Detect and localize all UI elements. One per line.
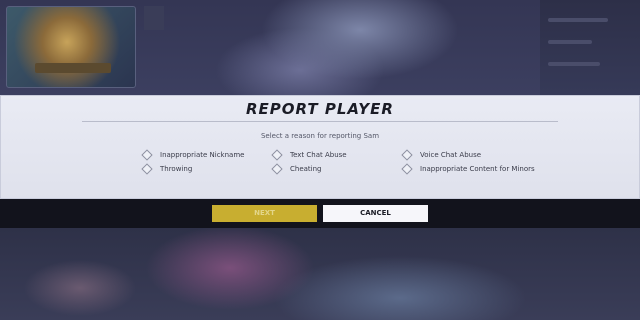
- option-inappropriate-content-for-minors[interactable]: Inappropriate Content for Minors: [401, 163, 535, 175]
- diamond-checkbox-icon[interactable]: [141, 163, 153, 175]
- cancel-button[interactable]: CANCEL: [323, 205, 428, 222]
- option-label: Voice Chat Abuse: [420, 151, 482, 159]
- option-label: Inappropriate Content for Minors: [420, 165, 535, 173]
- option-label: Inappropriate Nickname: [160, 151, 245, 159]
- diamond-checkbox-icon[interactable]: [401, 149, 413, 161]
- dialog-title: REPORT PLAYER: [246, 100, 394, 118]
- background-card-tab: [144, 6, 164, 30]
- option-cheating[interactable]: Cheating: [271, 163, 322, 175]
- option-voice-chat-abuse[interactable]: Voice Chat Abuse: [401, 149, 482, 161]
- diamond-checkbox-icon[interactable]: [141, 149, 153, 161]
- button-bar-background: [0, 197, 640, 228]
- option-label: Text Chat Abuse: [290, 151, 347, 159]
- report-player-dialog: REPORT PLAYER Select a reason for report…: [0, 95, 640, 199]
- background-hero-card: [6, 6, 136, 88]
- option-label: Cheating: [290, 165, 322, 173]
- option-text-chat-abuse[interactable]: Text Chat Abuse: [271, 149, 347, 161]
- option-inappropriate-nickname[interactable]: Inappropriate Nickname: [141, 149, 245, 161]
- title-divider: [82, 121, 558, 122]
- option-label: Throwing: [160, 165, 193, 173]
- background-scene-bottom: [0, 228, 640, 320]
- background-card-banner: [35, 63, 111, 73]
- diamond-checkbox-icon[interactable]: [271, 149, 283, 161]
- diamond-checkbox-icon[interactable]: [401, 163, 413, 175]
- diamond-checkbox-icon[interactable]: [271, 163, 283, 175]
- background-side-panel: [540, 0, 640, 95]
- option-throwing[interactable]: Throwing: [141, 163, 193, 175]
- next-button[interactable]: NEXT: [212, 205, 317, 222]
- background-panel-line: [548, 18, 608, 22]
- background-panel-line: [548, 40, 592, 44]
- background-panel-line: [548, 62, 600, 66]
- dialog-subtitle: Select a reason for reporting Sam: [260, 132, 380, 140]
